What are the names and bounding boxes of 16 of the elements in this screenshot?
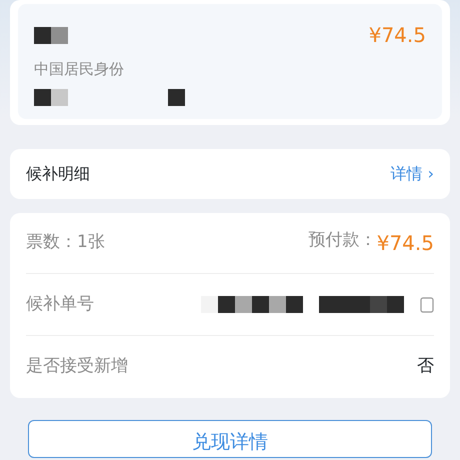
copy-icon[interactable] <box>420 296 434 312</box>
redacted-text <box>34 26 68 44</box>
redacted-text <box>34 88 68 106</box>
field-label: 票数： <box>26 231 77 254</box>
field-label: 预付款： <box>308 229 377 252</box>
price-text: ¥74.5 <box>376 230 434 257</box>
field-value: 1张 <box>77 231 105 254</box>
redeem-details-button[interactable]: 兑现详情 <box>28 420 432 458</box>
field-label: 候补单号 <box>26 292 94 316</box>
redacted-text <box>168 88 185 106</box>
price-text: ¥74.5 <box>368 22 426 49</box>
id-type-text: 中国居民身份 <box>34 59 125 80</box>
field-value: 否 <box>417 355 434 378</box>
section-title: 候补明细 <box>26 163 90 185</box>
field-label: 是否接受新增 <box>26 355 128 378</box>
details-link[interactable]: 详情 › <box>390 162 434 186</box>
